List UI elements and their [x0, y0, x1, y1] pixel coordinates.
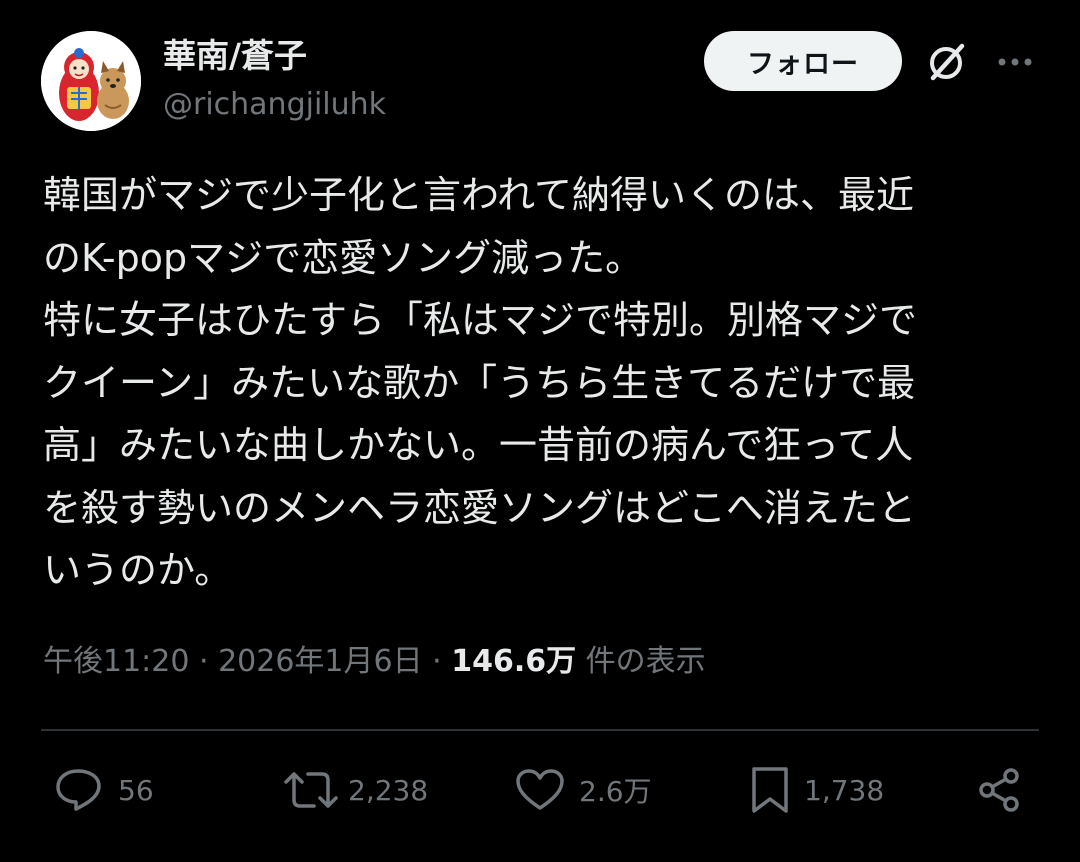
repost-button[interactable]: 2,238 — [284, 762, 428, 818]
follow-button[interactable]: フォロー — [704, 31, 902, 91]
tweet-line: 高」みたいな曲しかない。一昔前の病んで狂って人 — [43, 423, 914, 467]
reply-button[interactable]: 56 — [54, 762, 154, 818]
tweet-meta: 午後11:20 · 2026年1月6日 · 146.6万 件の表示 — [43, 640, 706, 684]
tweet-line: のK-popマジで恋愛ソング減った。 — [43, 235, 644, 280]
meta-separator: · — [422, 644, 452, 679]
share-button[interactable] — [975, 762, 1023, 818]
reply-count: 56 — [118, 773, 154, 807]
tweet-text: 韓国がマジで少子化と言われて納得いくのは、最近 のK-popマジで恋愛ソング減っ… — [43, 164, 1033, 602]
tweet-line: いうのか。 — [43, 548, 233, 592]
avatar-doll-and-dog-icon — [41, 31, 141, 131]
like-button[interactable]: 2.6万 — [515, 762, 652, 818]
user-handle[interactable]: @richangjiluhk — [163, 86, 386, 124]
reply-icon — [56, 769, 101, 811]
tweet-line: クイーン」みたいな歌か「うちら生きてるだけで最 — [43, 360, 916, 405]
bookmark-count: 1,738 — [804, 773, 885, 807]
like-count: 2.6万 — [579, 775, 652, 808]
grok-icon[interactable] — [925, 40, 969, 84]
bookmark-icon — [752, 767, 788, 813]
bookmark-button[interactable]: 1,738 — [750, 762, 884, 818]
tweet-line: 韓国がマジで少子化と言われて納得いくのは、最近 — [43, 173, 914, 217]
divider — [41, 729, 1039, 731]
more-options-icon[interactable] — [995, 52, 1035, 72]
tweet-line: 特に女子はひたすら「私はマジで特別。別格マジで — [43, 298, 918, 342]
tweet-time[interactable]: 午後11:20 — [43, 644, 189, 679]
avatar[interactable] — [41, 31, 141, 131]
heart-icon — [516, 769, 564, 810]
views-count[interactable]: 146.6万 — [451, 644, 576, 679]
display-name[interactable]: 華南/蒼子 — [163, 36, 307, 76]
tweet-line: を殺す勢いのメンヘラ恋愛ソングはどこへ消えたと — [43, 485, 916, 530]
repost-icon — [284, 772, 338, 808]
share-icon — [979, 768, 1019, 812]
repost-count: 2,238 — [348, 773, 429, 807]
meta-separator: · — [189, 644, 219, 679]
views-label: 件の表示 — [576, 644, 706, 679]
tweet-date[interactable]: 2026年1月6日 — [218, 644, 423, 679]
